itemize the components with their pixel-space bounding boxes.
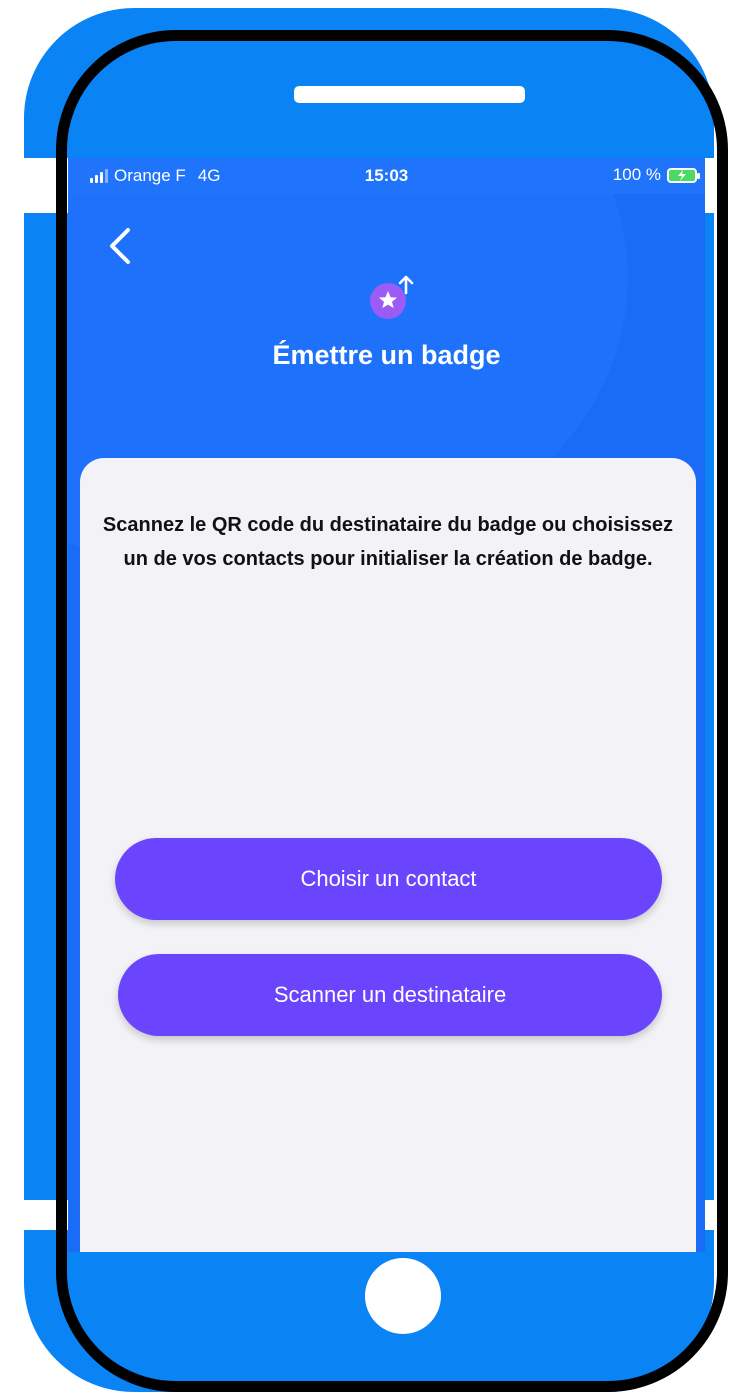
- phone-outline: [56, 30, 728, 1392]
- home-button[interactable]: [365, 1258, 441, 1334]
